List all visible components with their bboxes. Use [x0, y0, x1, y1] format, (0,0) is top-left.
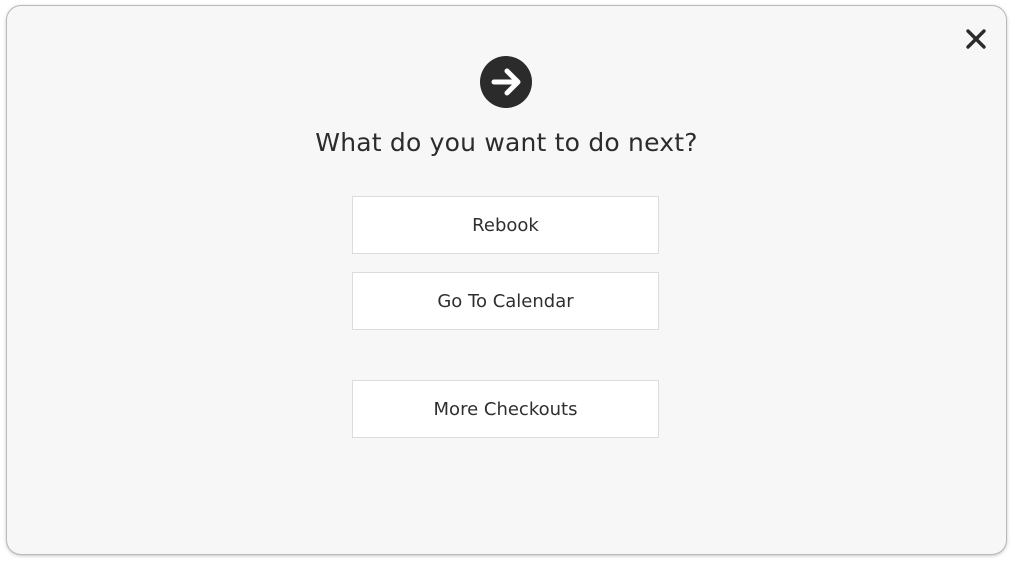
close-button[interactable] — [964, 27, 988, 51]
next-action-dialog: What do you want to do next? Rebook Go T… — [7, 6, 1006, 554]
go-to-calendar-button-label: Go To Calendar — [437, 290, 574, 312]
more-checkouts-button-label: More Checkouts — [433, 398, 578, 420]
rebook-button[interactable]: Rebook — [352, 196, 659, 254]
close-icon[interactable] — [964, 27, 988, 51]
arrow-right-circle-icon — [480, 56, 532, 108]
go-to-calendar-button[interactable]: Go To Calendar — [352, 272, 659, 330]
rebook-button-label: Rebook — [472, 214, 539, 236]
more-checkouts-button[interactable]: More Checkouts — [352, 380, 659, 438]
dialog-title: What do you want to do next? — [315, 128, 698, 157]
